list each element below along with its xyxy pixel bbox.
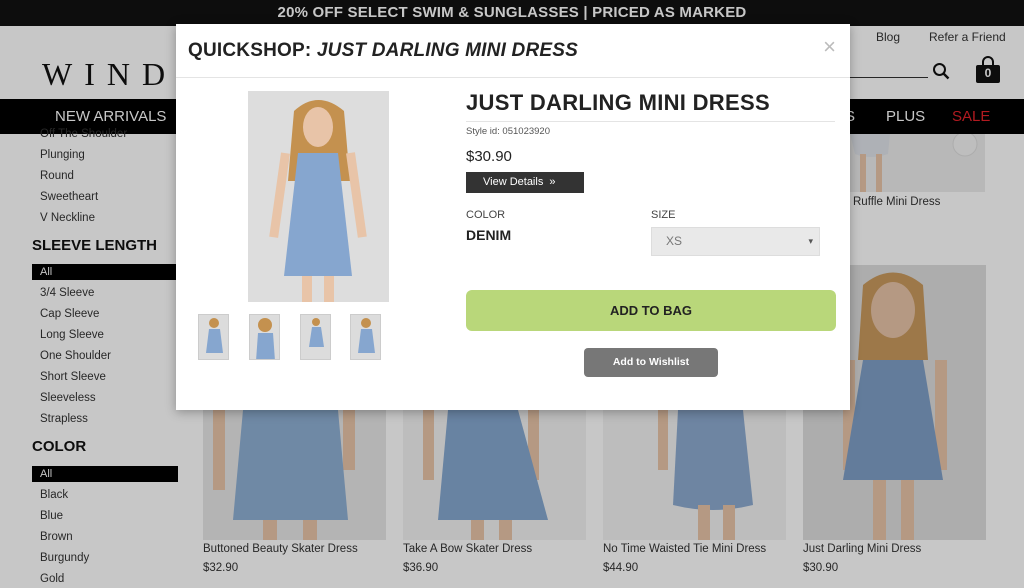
size-select-value: XS (666, 234, 683, 248)
product-name: JUST DARLING MINI DRESS (466, 90, 770, 115)
product-thumbnail-2[interactable] (249, 314, 280, 360)
product-name-divider (466, 121, 835, 122)
view-details-label: View Details (483, 176, 544, 188)
dress-figure-icon (309, 318, 324, 347)
size-label: SIZE (651, 209, 676, 221)
dress-figure-icon (256, 318, 275, 359)
size-select[interactable]: XS ▾ (651, 227, 820, 256)
color-label: COLOR (466, 209, 506, 221)
product-thumbnail-1[interactable] (198, 314, 229, 360)
dress-figure-icon (248, 91, 389, 302)
close-icon[interactable]: × (823, 34, 836, 60)
color-value: DENIM (466, 227, 512, 243)
modal-title-prefix: QUICKSHOP: (188, 40, 317, 61)
view-details-button[interactable]: View Details » (466, 172, 584, 193)
product-thumbnail-4[interactable] (350, 314, 381, 360)
chevron-down-icon: ▾ (808, 236, 813, 246)
add-to-wishlist-button[interactable]: Add to Wishlist (584, 348, 718, 377)
modal-title-product: JUST DARLING MINI DRESS (316, 40, 578, 61)
product-main-image[interactable] (248, 91, 389, 302)
style-id: Style id: 051023920 (466, 126, 550, 137)
quickshop-modal: QUICKSHOP: JUST DARLING MINI DRESS × JUS… (176, 24, 850, 410)
double-chevron-right-icon: » (549, 176, 556, 188)
add-to-bag-button[interactable]: ADD TO BAG (466, 290, 836, 331)
dress-figure-icon (358, 318, 375, 353)
product-thumbnail-3[interactable] (300, 314, 331, 360)
modal-divider (176, 77, 850, 78)
modal-title: QUICKSHOP: JUST DARLING MINI DRESS (188, 40, 578, 62)
product-price: $30.90 (466, 148, 512, 165)
dress-figure-icon (206, 318, 223, 353)
